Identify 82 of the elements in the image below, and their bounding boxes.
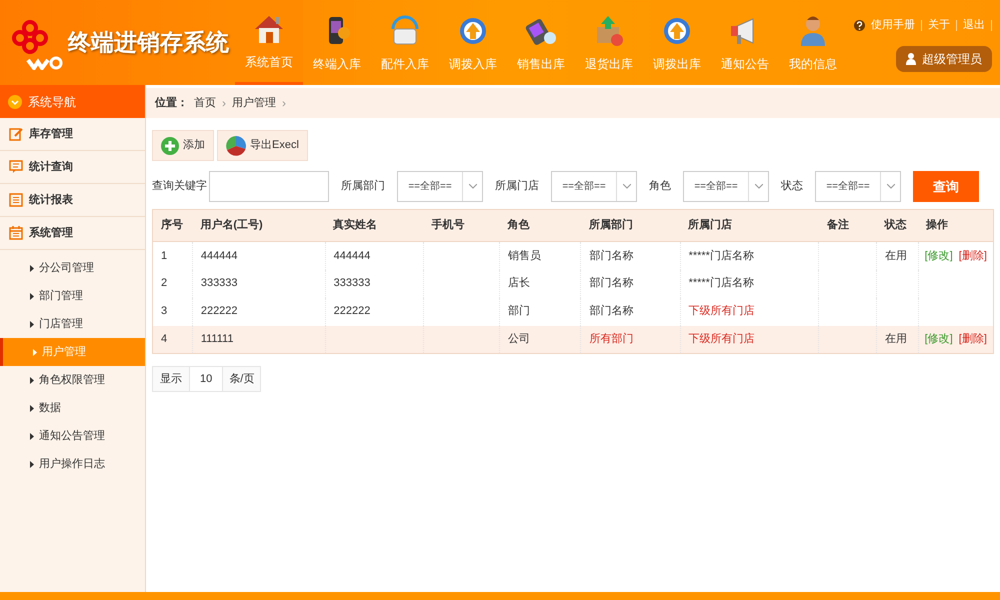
chevron-down-icon — [622, 184, 630, 189]
user-icon — [906, 52, 916, 64]
caret-right-icon — [30, 404, 34, 412]
table-cell: 444444 — [192, 242, 326, 270]
table-cell: 222222 — [192, 298, 326, 326]
table-cell: 部门名称 — [580, 298, 680, 326]
table-cell: 所有部门 — [580, 326, 680, 354]
export-button[interactable]: 导出Execl — [217, 130, 308, 161]
table-cell: 3 — [152, 298, 192, 326]
filter-select[interactable]: ==全部== — [551, 171, 637, 202]
table-cell: 4 — [152, 326, 192, 354]
add-button[interactable]: 添加 — [152, 130, 214, 161]
table-cell: 部门 — [500, 298, 581, 326]
table-cell: 333333 — [192, 270, 326, 298]
keyword-field[interactable] — [209, 171, 329, 202]
filter-select[interactable]: ==全部== — [397, 171, 483, 202]
breadcrumb-separator: › — [282, 95, 286, 112]
filter-label: 所属门店 — [495, 178, 539, 194]
sidebar-section[interactable]: 统计报表 — [0, 184, 145, 217]
calendar-icon — [9, 226, 23, 240]
table-cell: 销售员 — [500, 242, 581, 270]
sidebar-section[interactable]: 库存管理 — [0, 118, 145, 151]
sidebar-section[interactable]: 系统管理 — [0, 217, 145, 250]
table-cell: 2 — [152, 270, 192, 298]
breadcrumb-link[interactable]: 用户管理 — [232, 94, 276, 112]
caret-right-icon — [30, 460, 34, 468]
caret-right-icon — [30, 432, 34, 440]
chevron-down-icon — [8, 94, 22, 108]
plus-icon — [161, 136, 179, 154]
user-button[interactable]: 超级管理员 — [896, 46, 992, 72]
chat-icon — [9, 160, 23, 174]
table-cell: 下级所有门店 — [680, 298, 819, 326]
caret-right-icon — [30, 292, 34, 300]
table-cell: 部门名称 — [580, 242, 680, 270]
list-icon — [9, 193, 23, 207]
filter-label: 所属部门 — [341, 178, 385, 194]
sidebar-item[interactable]: 通知公告管理 — [0, 422, 145, 450]
sidebar-item[interactable]: 部门管理 — [0, 282, 145, 310]
table-cell: 在用 — [876, 326, 918, 354]
sidebar-title: 系统导航 — [28, 94, 76, 110]
table-cell: 公司 — [500, 326, 581, 354]
filter-select[interactable]: ==全部== — [683, 171, 769, 202]
filter-label: 查询关键字 — [152, 178, 207, 194]
table-cell: *****门店名称 — [680, 270, 819, 298]
sidebar-item[interactable]: 数据 — [0, 394, 145, 422]
caret-right-icon — [30, 264, 34, 272]
breadcrumb-separator: › — [222, 95, 226, 112]
chevron-down-icon — [468, 184, 476, 189]
chevron-down-icon — [754, 184, 762, 189]
table-cell: 部门名称 — [580, 270, 680, 298]
table-cell: 333333 — [325, 270, 424, 298]
table-cell: 222222 — [325, 298, 424, 326]
caret-right-icon — [33, 348, 37, 356]
pie-chart-icon — [226, 136, 246, 156]
pagination-label: 显示 — [153, 367, 190, 391]
table-cell: 店长 — [500, 270, 581, 298]
caret-right-icon — [30, 320, 34, 328]
table-cell: 444444 — [325, 242, 424, 270]
filter-label: 状态 — [781, 178, 803, 194]
caret-right-icon — [30, 376, 34, 384]
table-cell: *****门店名称 — [680, 242, 819, 270]
filter-select[interactable]: ==全部== — [815, 171, 901, 202]
edit-icon — [9, 127, 23, 141]
breadcrumb-label: 位置： — [155, 96, 188, 111]
help-icon — [854, 20, 865, 31]
pagination-unit: 条/页 — [223, 367, 260, 391]
table-cell: 111111 — [192, 326, 326, 354]
app-title: 终端进销存系统 — [68, 28, 229, 58]
sidebar-item[interactable]: 门店管理 — [0, 310, 145, 338]
delete-link[interactable]: [删除] — [958, 250, 987, 262]
sidebar-item[interactable]: 角色权限管理 — [0, 366, 145, 394]
table-cell: 在用 — [876, 242, 918, 270]
sidebar-item[interactable]: 分公司管理 — [0, 254, 145, 282]
sidebar-section[interactable]: 统计查询 — [0, 151, 145, 184]
filter-label: 角色 — [649, 179, 671, 194]
table-cell: 下级所有门店 — [680, 326, 819, 354]
edit-link[interactable]: [修改] — [924, 250, 953, 262]
sidebar-item[interactable]: 用户操作日志 — [0, 450, 145, 478]
table-cell: 1 — [152, 242, 192, 270]
chevron-down-icon — [886, 184, 894, 189]
delete-link[interactable]: [删除] — [958, 333, 987, 345]
breadcrumb-link[interactable]: 首页 — [194, 94, 216, 112]
